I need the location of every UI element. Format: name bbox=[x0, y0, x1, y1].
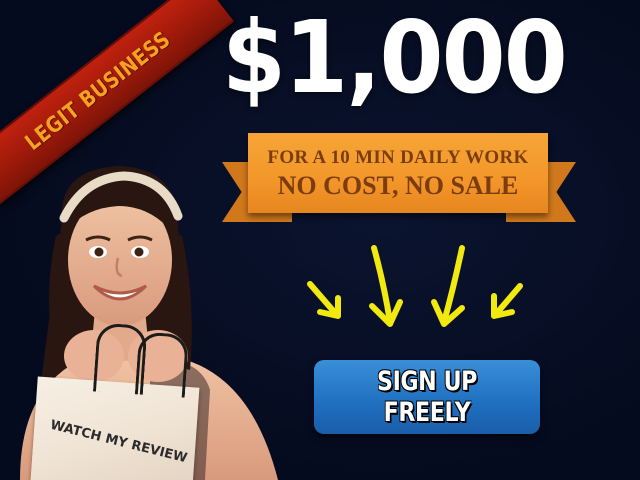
arrow-down-icon bbox=[431, 245, 465, 327]
banner-line-1: FOR A 10 MIN DAILY WORK bbox=[267, 147, 529, 168]
shopping-bag: WATCH MY REVIEW bbox=[30, 322, 200, 480]
bag-handle bbox=[134, 331, 190, 398]
ribbon-text: LEGIT BUSINESS bbox=[20, 26, 176, 156]
arrow-down-icon bbox=[491, 283, 523, 319]
ad-banner: LEGIT BUSINESS $1,000 FOR A 10 MIN DAILY… bbox=[0, 0, 640, 480]
sign-up-button[interactable]: SIGN UP FREELY bbox=[314, 360, 540, 434]
sign-up-button-label: SIGN UP FREELY bbox=[377, 366, 477, 428]
bag-label: WATCH MY REVIEW bbox=[48, 417, 189, 467]
arrow-down-icon bbox=[369, 245, 403, 327]
arrows-group bbox=[307, 245, 523, 327]
banner-line-2: NO COST, NO SALE bbox=[277, 171, 519, 200]
offer-banner: FOR A 10 MIN DAILY WORK NO COST, NO SALE bbox=[248, 133, 548, 213]
arrow-down-icon bbox=[307, 281, 341, 319]
headline-amount: $1,000 bbox=[222, 0, 568, 116]
